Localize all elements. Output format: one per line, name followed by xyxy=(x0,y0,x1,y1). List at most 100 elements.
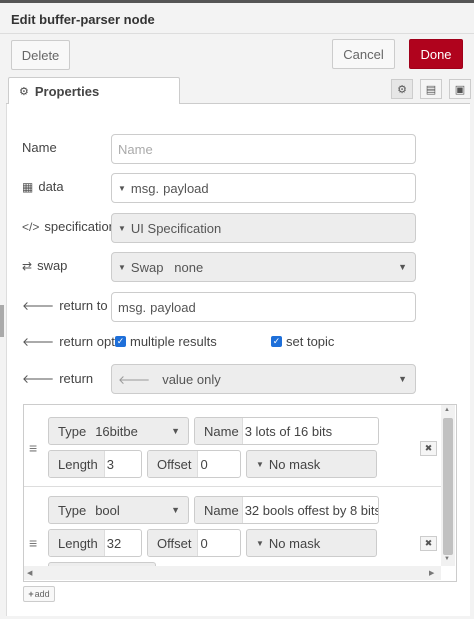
type-value: bool xyxy=(95,502,120,518)
arrow-left-icon: 🡐 xyxy=(22,372,55,386)
name-label-text: Name xyxy=(22,140,57,155)
mask-value: No mask xyxy=(268,456,321,472)
return-opts-label-text: return opts xyxy=(59,334,122,349)
appearance-tab-icon[interactable]: ▣ xyxy=(449,79,471,99)
plus-icon: + xyxy=(28,589,34,599)
mask-select[interactable]: ▼ No mask xyxy=(246,450,377,478)
remove-item-icon[interactable]: ✖ xyxy=(420,441,437,456)
gear-icon: ⚙ xyxy=(19,86,29,98)
multiple-results-label: multiple results xyxy=(130,334,217,349)
caret-down-icon[interactable]: ▼ xyxy=(118,224,126,233)
horizontal-scrollbar[interactable]: ◀ ▶ xyxy=(24,566,441,580)
length-input[interactable]: Length 3 xyxy=(48,450,142,478)
tab-properties[interactable]: ⚙ Properties xyxy=(8,77,180,105)
remove-item-icon[interactable]: ✖ xyxy=(420,536,437,551)
type-select[interactable]: Type bool ▼ xyxy=(48,496,189,524)
swap-select[interactable]: ▼ Swap none ▼ xyxy=(111,252,416,282)
scroll-down-icon[interactable]: ▼ xyxy=(444,556,450,562)
return-to-value: payload xyxy=(150,299,196,315)
item-name-input[interactable]: Name 32 bools offest by 8 bits xyxy=(194,496,379,524)
arrow-left-icon: 🡐 xyxy=(118,372,151,387)
specification-input[interactable]: ▼ UI Specification xyxy=(111,213,416,243)
caret-down-icon[interactable]: ▼ xyxy=(256,460,264,469)
table-icon: ▦ xyxy=(22,179,34,194)
dialog-title: Edit buffer-parser node xyxy=(11,12,155,27)
length-label: Length xyxy=(49,530,105,556)
mask-select[interactable]: ▼ No mask xyxy=(246,529,377,557)
offset-value: 0 xyxy=(200,535,208,551)
item-name-input[interactable]: Name 3 lots of 16 bits xyxy=(194,417,379,445)
data-prefix: msg. xyxy=(130,180,160,196)
specification-label: </> specification xyxy=(22,219,116,234)
return-select[interactable]: 🡐 value only ▼ xyxy=(111,364,416,394)
offset-value: 0 xyxy=(200,456,208,472)
vertical-scrollbar[interactable]: ▲ ▼ xyxy=(441,405,455,566)
code-icon: </> xyxy=(22,219,40,234)
offset-label: Offset xyxy=(148,530,199,556)
cancel-button[interactable]: Cancel xyxy=(332,39,395,69)
return-value: value only xyxy=(162,371,221,387)
dropdown-arrow-icon[interactable]: ▼ xyxy=(398,374,407,384)
mask-value: No mask xyxy=(268,535,321,551)
resize-handle[interactable] xyxy=(0,305,4,337)
type-label: Type xyxy=(58,502,87,518)
item-name-label: Name xyxy=(195,497,243,523)
data-label-text: data xyxy=(38,179,64,194)
type-select[interactable]: Type 16bitbe ▼ xyxy=(48,417,189,445)
item-separator xyxy=(24,486,441,487)
length-value: 3 xyxy=(106,456,114,472)
return-to-input[interactable]: msg. payload xyxy=(111,292,416,322)
add-item-button[interactable]: + add xyxy=(23,586,55,602)
data-typed-input[interactable]: ▼ msg. payload xyxy=(111,173,416,203)
length-value: 32 xyxy=(106,535,122,551)
done-button[interactable]: Done xyxy=(409,39,463,69)
tab-bar: ⚙ Properties ⚙ ▤ ▣ xyxy=(6,77,471,105)
check-icon[interactable]: ✓ xyxy=(115,336,126,347)
add-button-label: add xyxy=(34,589,50,599)
scroll-left-icon[interactable]: ◀ xyxy=(27,569,32,577)
return-opts-label: 🡐 return opts xyxy=(22,334,121,349)
swap-label: ⇄ swap xyxy=(22,258,67,273)
caret-down-icon[interactable]: ▼ xyxy=(256,539,264,548)
delete-button[interactable]: Delete xyxy=(11,40,70,70)
return-label: 🡐 return xyxy=(22,371,93,386)
data-label: ▦ data xyxy=(22,179,64,194)
name-label: Name xyxy=(22,140,57,155)
return-label-text: return xyxy=(59,371,94,386)
settings-tab-icon[interactable]: ⚙ xyxy=(391,79,413,99)
return-to-prefix: msg. xyxy=(118,299,147,315)
set-topic-checkbox[interactable]: ✓ set topic xyxy=(271,334,334,349)
scroll-up-icon[interactable]: ▲ xyxy=(444,407,450,413)
set-topic-label: set topic xyxy=(286,334,335,349)
description-tab-icon[interactable]: ▤ xyxy=(420,79,442,99)
scroll-right-icon[interactable]: ▶ xyxy=(429,569,434,577)
scrollbar-thumb[interactable] xyxy=(443,418,453,555)
check-icon[interactable]: ✓ xyxy=(271,336,282,347)
data-value: payload xyxy=(163,180,209,196)
caret-down-icon[interactable]: ▼ xyxy=(118,263,126,272)
return-to-label-text: return to xyxy=(59,298,108,313)
dropdown-arrow-icon[interactable]: ▼ xyxy=(171,505,180,515)
dropdown-arrow-icon[interactable]: ▼ xyxy=(398,262,407,272)
type-value: 16bitbe xyxy=(95,423,138,439)
swap-label-text: swap xyxy=(37,258,68,273)
name-input[interactable]: Name xyxy=(111,134,416,164)
tab-properties-label: Properties xyxy=(34,84,100,99)
caret-down-icon[interactable]: ▼ xyxy=(118,184,126,193)
name-placeholder: Name xyxy=(118,141,153,157)
specification-value: UI Specification xyxy=(130,220,222,236)
dropdown-arrow-icon[interactable]: ▼ xyxy=(171,426,180,436)
offset-input[interactable]: Offset 0 xyxy=(147,450,241,478)
length-input[interactable]: Length 32 xyxy=(48,529,142,557)
offset-input[interactable]: Offset 0 xyxy=(147,529,241,557)
drag-handle-icon[interactable]: ≡ xyxy=(29,535,37,551)
exchange-icon: ⇄ xyxy=(22,258,33,273)
arrow-left-icon: 🡐 xyxy=(22,299,55,313)
multiple-results-checkbox[interactable]: ✓ multiple results xyxy=(115,334,217,349)
specification-label-text: specification xyxy=(44,219,116,234)
drag-handle-icon[interactable]: ≡ xyxy=(29,440,37,456)
type-label: Type xyxy=(58,423,87,439)
item-name-value: 32 bools offest by 8 bits xyxy=(244,502,379,518)
item-name-label: Name xyxy=(195,418,243,444)
length-label: Length xyxy=(49,451,105,477)
